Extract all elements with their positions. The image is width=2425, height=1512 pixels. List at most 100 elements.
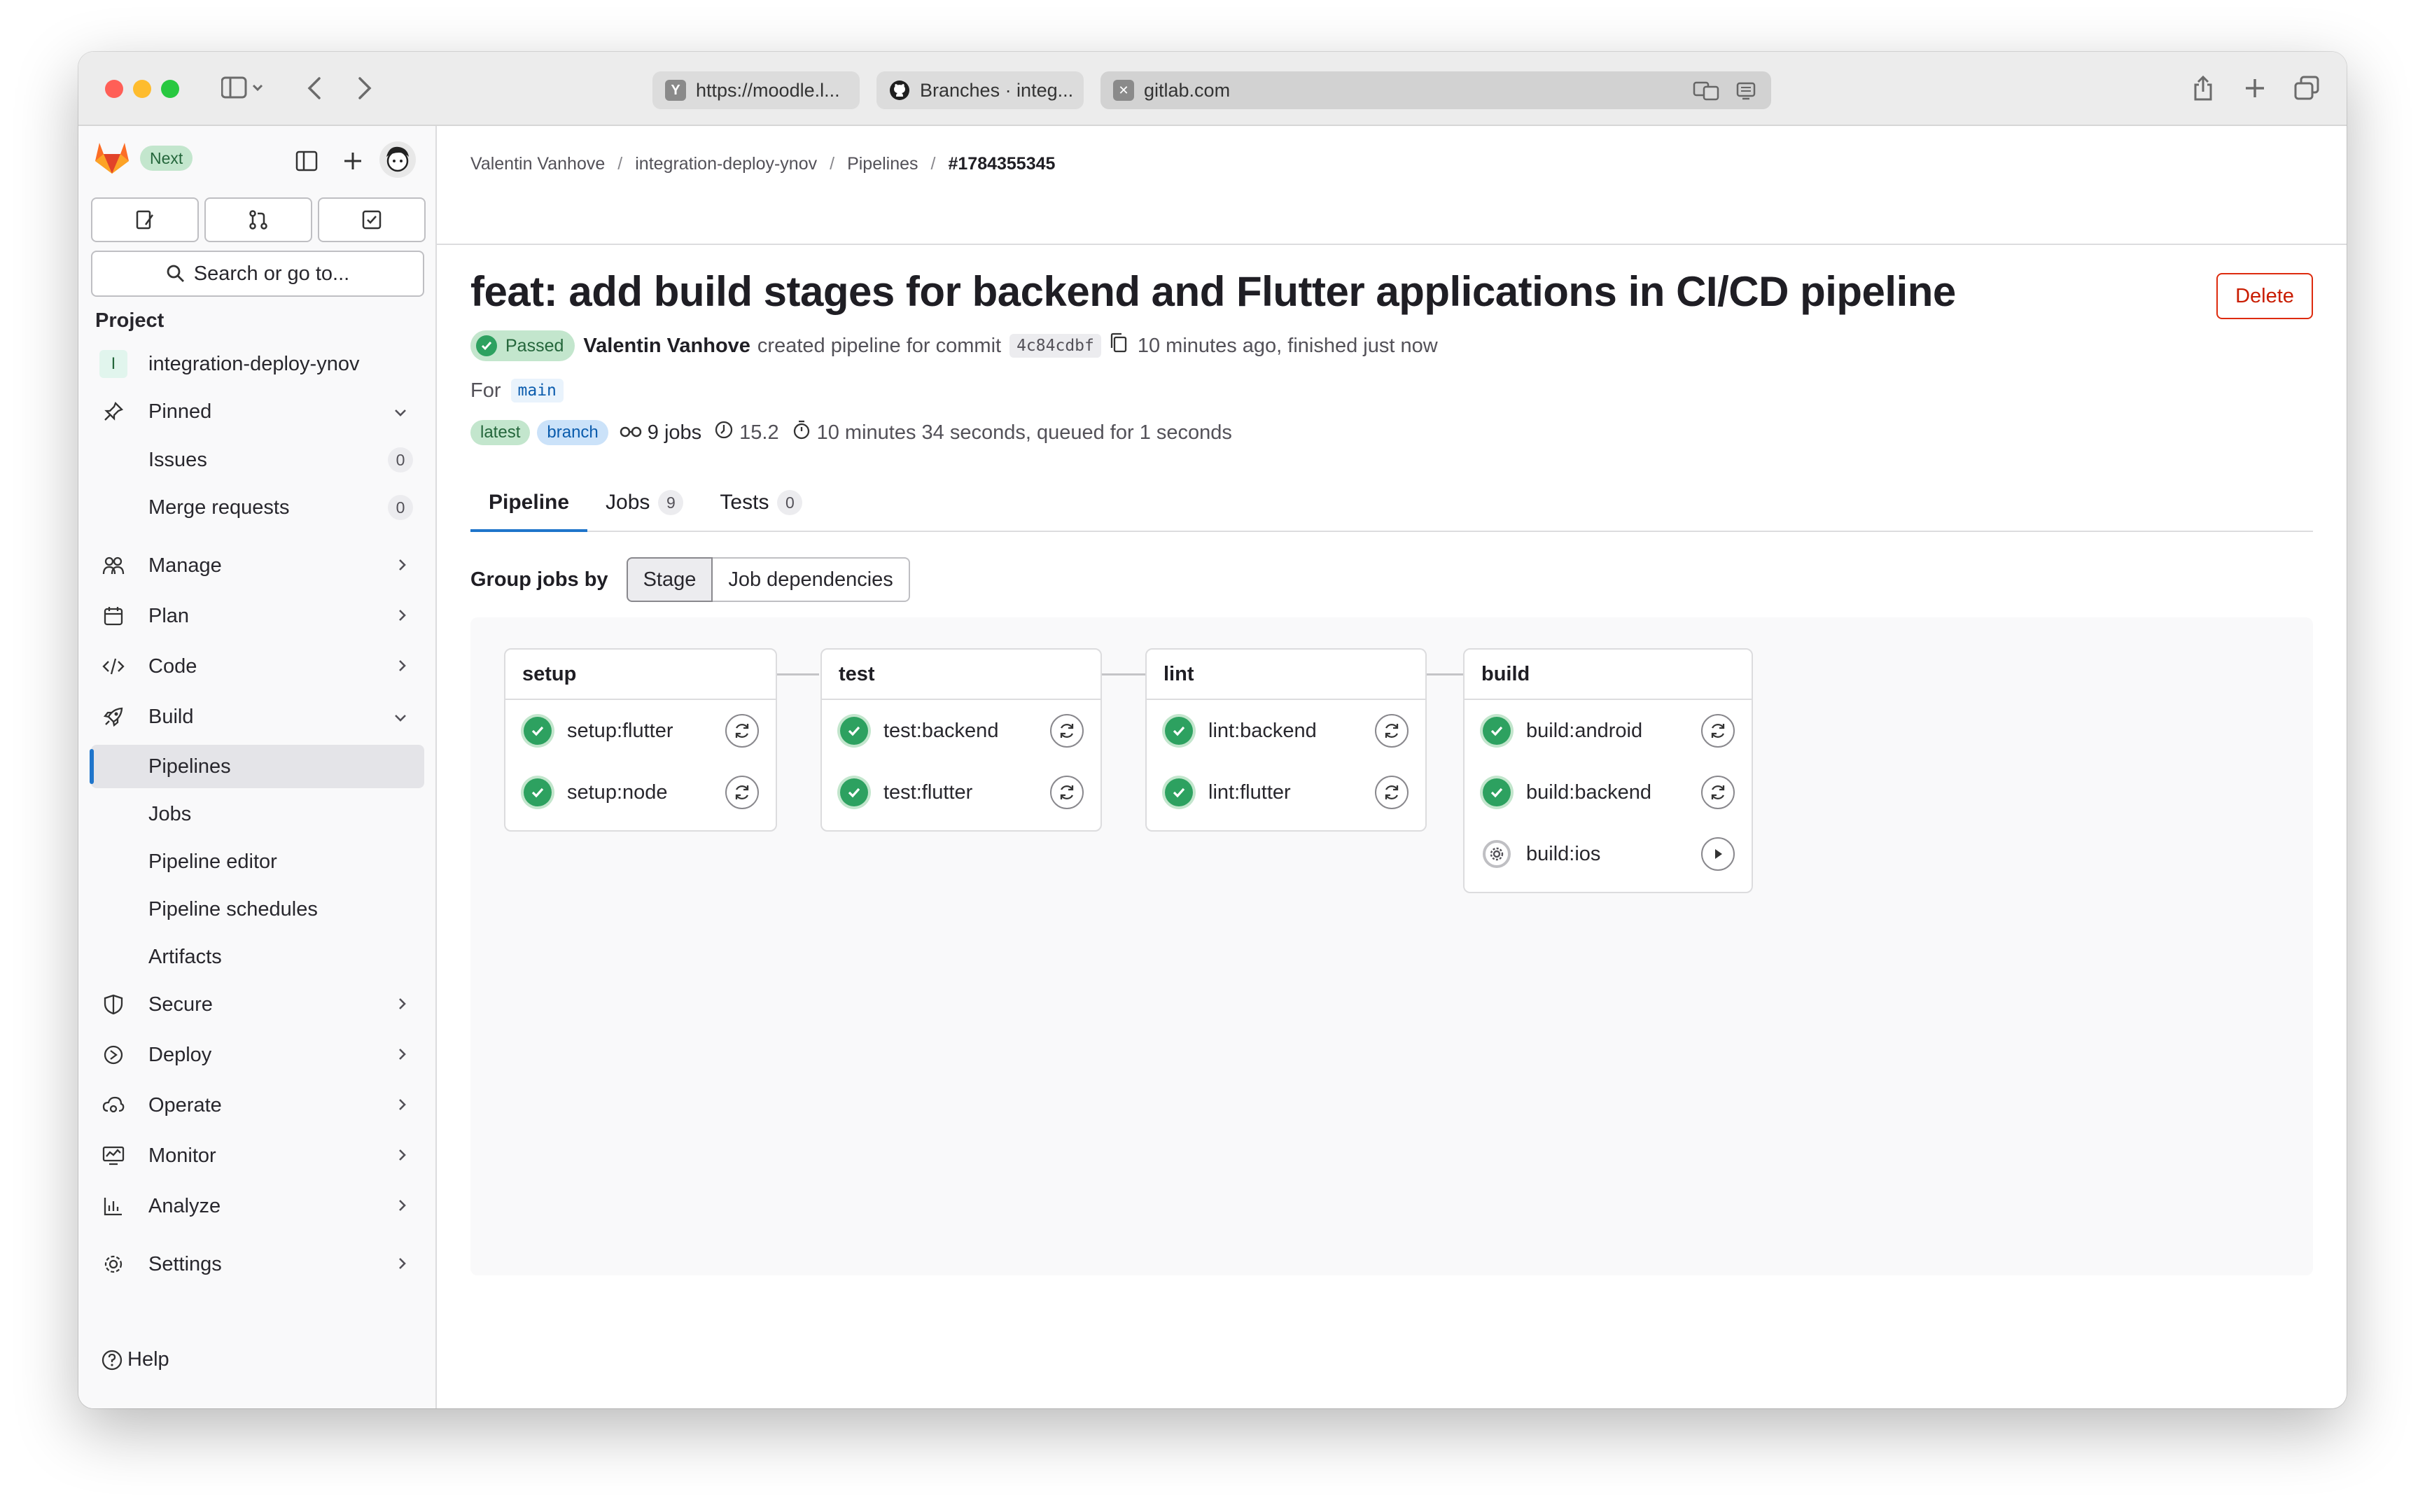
- commit-sha[interactable]: 4c84cdbf: [1009, 334, 1101, 358]
- breadcrumb-user[interactable]: Valentin Vanhove: [470, 154, 605, 174]
- group-by-stage-button[interactable]: Stage: [626, 557, 713, 602]
- copy-icon[interactable]: [1110, 332, 1128, 359]
- breadcrumb-pipelines[interactable]: Pipelines: [847, 154, 918, 174]
- check-circle-icon: [476, 335, 497, 356]
- chevron-right-icon: [398, 554, 407, 578]
- tab-title: https://moodle.l...: [696, 79, 840, 101]
- sidebar-item-label: Code: [148, 654, 197, 678]
- share-icon[interactable]: [2186, 70, 2221, 106]
- tab-jobs[interactable]: Jobs 9: [587, 475, 701, 531]
- close-tab-icon[interactable]: ✕: [1113, 80, 1134, 101]
- sidebar-project-link[interactable]: I integration-deploy-ynov: [91, 342, 424, 386]
- sidebar-item-build[interactable]: Build: [91, 695, 424, 738]
- close-window-button[interactable]: [105, 80, 123, 98]
- project-section-heading: Project: [95, 309, 165, 332]
- retry-icon[interactable]: [1701, 776, 1735, 809]
- forward-arrow-icon[interactable]: [347, 70, 382, 106]
- sidebar-item-monitor[interactable]: Monitor: [91, 1134, 424, 1177]
- tab-overview-icon[interactable]: [2289, 70, 2324, 106]
- tab-pipeline[interactable]: Pipeline: [470, 475, 588, 532]
- sidebar-item-pipeline-editor[interactable]: Pipeline editor: [91, 840, 424, 883]
- todo-list-button[interactable]: [318, 197, 426, 242]
- sidebar-item-artifacts[interactable]: Artifacts: [91, 935, 424, 979]
- user-avatar[interactable]: [379, 141, 416, 178]
- chevron-right-icon: [398, 993, 407, 1016]
- ref-link[interactable]: main: [510, 379, 564, 402]
- sidebar-toggle-icon[interactable]: [211, 70, 274, 106]
- sidebar-item-secure[interactable]: Secure: [91, 983, 424, 1026]
- retry-icon[interactable]: [1050, 776, 1084, 809]
- sidebar-item-issues[interactable]: Issues 0: [91, 438, 424, 482]
- sidebar-item-label: Merge requests: [148, 496, 290, 519]
- maximize-window-button[interactable]: [161, 80, 179, 98]
- group-by-dependencies-button[interactable]: Job dependencies: [713, 557, 910, 602]
- sidebar-item-merge-requests[interactable]: Merge requests 0: [91, 486, 424, 529]
- sidebar-item-deploy[interactable]: Deploy: [91, 1033, 424, 1077]
- job-item[interactable]: build:android: [1465, 700, 1752, 762]
- sidebar-item-label: Manage: [148, 554, 222, 577]
- stage-column-build: build build:android build:backend build:…: [1463, 648, 1753, 893]
- chevron-right-icon: [398, 1195, 407, 1218]
- job-item[interactable]: test:flutter: [822, 762, 1100, 823]
- status-badge[interactable]: Passed: [470, 330, 575, 361]
- search-button[interactable]: Search or go to...: [91, 251, 424, 297]
- sidebar-item-analyze[interactable]: Analyze: [91, 1184, 424, 1228]
- sidebar-item-operate[interactable]: Operate: [91, 1084, 424, 1127]
- search-label: Search or go to...: [193, 262, 350, 285]
- job-item[interactable]: lint:backend: [1147, 700, 1425, 762]
- create-new-icon[interactable]: [336, 144, 370, 178]
- gitlab-logo-icon[interactable]: [94, 140, 130, 178]
- sidebar-item-label: Artifacts: [148, 945, 222, 968]
- reader-icon[interactable]: [1736, 81, 1756, 106]
- play-icon[interactable]: [1701, 837, 1735, 871]
- chevron-right-icon: [398, 1253, 407, 1276]
- tab-tests[interactable]: Tests 0: [701, 475, 820, 531]
- job-name: setup:flutter: [567, 719, 673, 742]
- browser-tab-gitlab[interactable]: ✕ gitlab.com: [1100, 71, 1771, 109]
- translate-icon[interactable]: [1693, 81, 1719, 106]
- job-item[interactable]: build:ios: [1465, 823, 1752, 885]
- browser-tab-moodle[interactable]: Y https://moodle.l...: [652, 71, 860, 109]
- sidebar-item-plan[interactable]: Plan: [91, 594, 424, 638]
- stage-connector: [776, 673, 819, 676]
- job-item[interactable]: lint:flutter: [1147, 762, 1425, 823]
- breadcrumb-pipeline-id[interactable]: #1784355345: [948, 154, 1055, 174]
- retry-icon[interactable]: [1050, 714, 1084, 748]
- browser-toolbar: Y https://moodle.l... Branches · integ..…: [78, 52, 2347, 126]
- job-item[interactable]: setup:node: [505, 762, 776, 823]
- author-link[interactable]: Valentin Vanhove: [583, 335, 750, 358]
- minimize-window-button[interactable]: [133, 80, 151, 98]
- delete-button[interactable]: Delete: [2216, 273, 2313, 319]
- job-name: test:backend: [883, 719, 999, 742]
- retry-icon[interactable]: [1375, 776, 1409, 809]
- job-item[interactable]: build:backend: [1465, 762, 1752, 823]
- collapse-sidebar-icon[interactable]: [290, 144, 323, 178]
- retry-icon[interactable]: [725, 714, 759, 748]
- next-badge[interactable]: Next: [140, 146, 193, 171]
- sidebar-pinned-toggle[interactable]: Pinned: [91, 390, 424, 433]
- new-tab-icon[interactable]: [2237, 70, 2272, 106]
- assigned-issues-button[interactable]: [91, 197, 199, 242]
- rocket-icon: [99, 703, 127, 731]
- monitor-icon: [99, 1142, 127, 1170]
- job-item[interactable]: setup:flutter: [505, 700, 776, 762]
- job-item[interactable]: test:backend: [822, 700, 1100, 762]
- sidebar-item-pipelines[interactable]: Pipelines: [90, 745, 424, 788]
- retry-icon[interactable]: [725, 776, 759, 809]
- breadcrumb-project[interactable]: integration-deploy-ynov: [635, 154, 817, 174]
- sidebar-item-pipeline-schedules[interactable]: Pipeline schedules: [91, 888, 424, 931]
- back-arrow-icon[interactable]: [297, 70, 332, 106]
- merge-requests-button[interactable]: [204, 197, 312, 242]
- sidebar-item-label: Build: [148, 705, 194, 728]
- help-button[interactable]: Help: [101, 1348, 169, 1371]
- sidebar-item-manage[interactable]: Manage: [91, 544, 424, 587]
- retry-icon[interactable]: [1375, 714, 1409, 748]
- time-text: 10 minutes ago, finished just now: [1137, 334, 1438, 357]
- browser-tab-github[interactable]: Branches · integ...: [876, 71, 1084, 109]
- issues-count-badge: 0: [388, 447, 413, 472]
- sidebar-item-code[interactable]: Code: [91, 645, 424, 688]
- sidebar-item-settings[interactable]: Settings: [91, 1242, 424, 1286]
- sidebar-item-jobs[interactable]: Jobs: [91, 792, 424, 836]
- retry-icon[interactable]: [1701, 714, 1735, 748]
- status-success-icon: [1165, 778, 1193, 806]
